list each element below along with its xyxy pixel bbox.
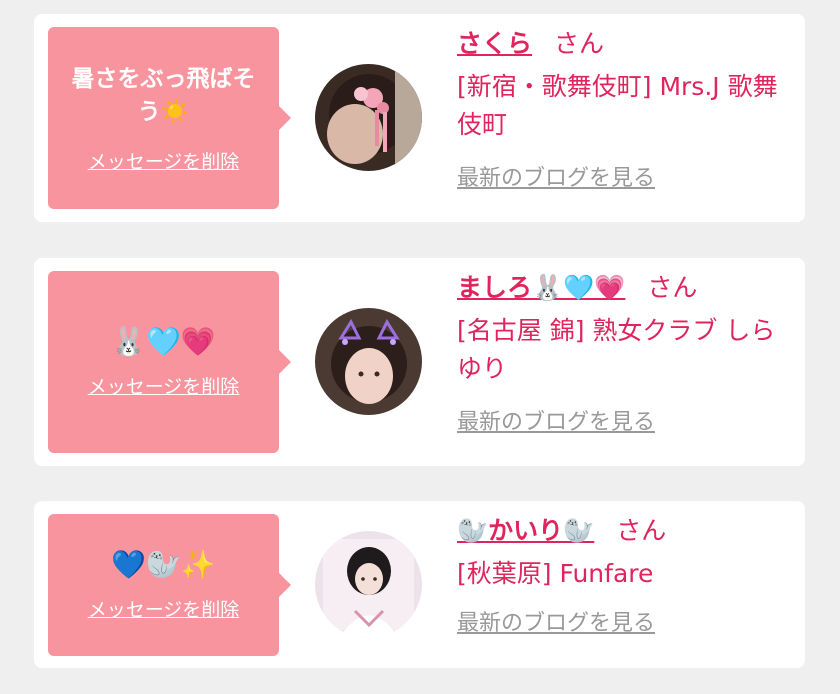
name-line: さくら さん xyxy=(457,26,791,62)
cast-info: 🦭かいり🦭 さん [秋葉原] Funfare 最新のブログを見る xyxy=(457,513,791,637)
cast-info: さくら さん [新宿・歌舞伎町] Mrs.J 歌舞伎町 最新のブログを見る xyxy=(457,26,791,192)
message-text: 🐰🩵💗 xyxy=(111,325,216,358)
delete-message-link[interactable]: メッセージを削除 xyxy=(88,372,240,399)
cast-info: ましろ🐰🩵💗 さん [名古屋 錦] 熟女クラブ しらゆり 最新のブログを見る xyxy=(457,270,791,436)
latest-blog-link[interactable]: 最新のブログを見る xyxy=(457,160,655,192)
delete-message-link[interactable]: メッセージを削除 xyxy=(88,147,240,174)
name-line: 🦭かいり🦭 さん xyxy=(457,513,791,549)
cast-name-link[interactable]: ましろ🐰🩵💗 xyxy=(457,273,625,302)
shop-name: [秋葉原] Funfare xyxy=(457,559,654,588)
message-card: 🐰🩵💗 メッセージを削除 ましろ🐰🩵💗 さん [名古屋 錦] 熟女クラブ しらゆり xyxy=(34,258,805,466)
message-text: 💙🦭✨ xyxy=(111,548,216,581)
shop-name: [名古屋 錦] 熟女クラブ しらゆり xyxy=(457,316,776,383)
message-card: 暑さをぶっ飛ばそう☀️ メッセージを削除 さくら さん [新宿・歌舞伎町] Mrs… xyxy=(34,14,805,222)
honorific: さん xyxy=(554,29,605,58)
cast-name-link[interactable]: さくら xyxy=(457,29,532,58)
message-bubble: 暑さをぶっ飛ばそう☀️ メッセージを削除 xyxy=(48,27,291,209)
avatar[interactable] xyxy=(315,308,422,415)
latest-blog-link[interactable]: 最新のブログを見る xyxy=(457,404,655,436)
latest-blog-link[interactable]: 最新のブログを見る xyxy=(457,605,655,637)
avatar[interactable] xyxy=(315,64,422,171)
delete-message-link[interactable]: メッセージを削除 xyxy=(88,595,240,622)
message-list: 暑さをぶっ飛ばそう☀️ メッセージを削除 さくら さん [新宿・歌舞伎町] Mrs… xyxy=(0,0,840,694)
cast-name-link[interactable]: 🦭かいり🦭 xyxy=(457,516,594,545)
message-bubble: 🐰🩵💗 メッセージを削除 xyxy=(48,271,291,453)
avatar[interactable] xyxy=(315,531,422,638)
honorific: さん xyxy=(616,516,667,545)
message-card: 💙🦭✨ メッセージを削除 🦭かいり🦭 さん [秋葉原] Funfare 最新のブロ… xyxy=(34,501,805,668)
message-bubble: 💙🦭✨ メッセージを削除 xyxy=(48,514,291,656)
shop-name: [新宿・歌舞伎町] Mrs.J 歌舞伎町 xyxy=(457,72,778,139)
honorific: さん xyxy=(647,273,698,302)
message-text: 暑さをぶっ飛ばそう☀️ xyxy=(71,65,256,125)
name-line: ましろ🐰🩵💗 さん xyxy=(457,270,791,306)
